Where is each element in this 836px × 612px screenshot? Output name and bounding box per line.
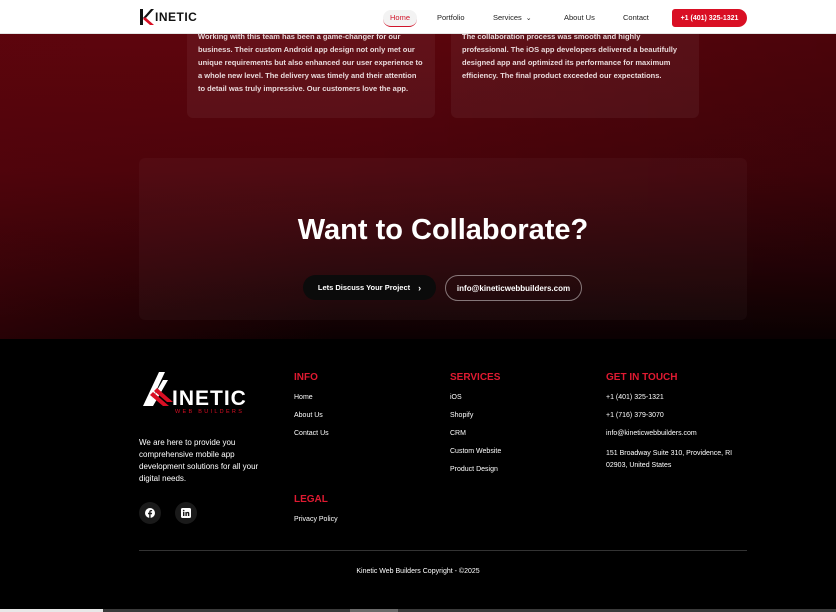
nav-contact[interactable]: Contact [623, 10, 649, 26]
footer-divider [139, 550, 747, 551]
footer-info-heading: INFO [294, 372, 318, 383]
footer-link-privacy-policy[interactable]: Privacy Policy [294, 516, 338, 523]
footer-logo-subtext: WEB BUILDERS [175, 409, 245, 415]
linkedin-icon [181, 508, 191, 518]
footer-link-ios[interactable]: iOS [450, 394, 462, 401]
linkedin-button[interactable] [175, 502, 197, 524]
hero-section: Working with this team has been a game-c… [0, 32, 836, 339]
site-logo[interactable]: INETIC [140, 8, 197, 26]
footer-link-home[interactable]: Home [294, 394, 313, 401]
footer-logo-text: INETIC [172, 387, 247, 410]
nav-services[interactable]: Services ⌄ [493, 10, 532, 27]
discuss-project-label: Lets Discuss Your Project [317, 283, 411, 292]
testimonial-text: Working with this team has been a game-c… [198, 32, 423, 93]
testimonial-card: Working with this team has been a game-c… [187, 32, 435, 118]
logo-text: INETIC [155, 10, 198, 24]
footer-link-custom-website[interactable]: Custom Website [450, 448, 501, 455]
site-footer: INETIC WEB BUILDERS We are here to provi… [0, 339, 836, 612]
footer-link-shopify[interactable]: Shopify [450, 412, 473, 419]
top-navbar: INETIC Home Portfolio Services ⌄ About Us… [0, 0, 836, 34]
facebook-button[interactable] [139, 502, 161, 524]
nav-portfolio[interactable]: Portfolio [437, 10, 465, 26]
facebook-icon [145, 508, 155, 518]
copyright-text: Kinetic Web Builders Copyright - ©2025 [356, 568, 480, 575]
footer-phone-2[interactable]: +1 (716) 379-3070 [606, 412, 664, 419]
footer-email[interactable]: info@kineticwebbuilders.com [606, 430, 697, 437]
chevron-down-icon: ⌄ [525, 15, 532, 22]
collaborate-panel: Want to Collaborate? Lets Discuss Your P… [139, 158, 747, 320]
logo-k-icon [140, 9, 154, 25]
nav-services-label: Services [493, 13, 522, 22]
footer-address: 151 Broadway Suite 310, Providence, RI 0… [606, 450, 733, 469]
footer-link-crm[interactable]: CRM [450, 430, 466, 437]
footer-link-product-design[interactable]: Product Design [450, 466, 498, 473]
footer-link-about-us[interactable]: About Us [294, 412, 323, 419]
discuss-project-button[interactable]: Lets Discuss Your Project › [303, 275, 436, 300]
testimonial-text: The collaboration process was smooth and… [462, 32, 678, 80]
collaborate-title: Want to Collaborate? [297, 214, 589, 246]
footer-link-contact-us[interactable]: Contact Us [294, 430, 329, 437]
phone-cta-button[interactable]: +1 (401) 325-1321 [672, 9, 747, 27]
email-button[interactable]: info@kineticwebbuilders.com [445, 275, 582, 301]
nav-home[interactable]: Home [383, 10, 418, 27]
footer-phone-1[interactable]: +1 (401) 325-1321 [606, 394, 664, 401]
footer-services-heading: SERVICES [450, 372, 501, 383]
footer-legal-heading: LEGAL [294, 494, 328, 505]
nav-about-us[interactable]: About Us [564, 10, 595, 26]
testimonial-card: The collaboration process was smooth and… [451, 32, 699, 118]
footer-contact-heading: GET IN TOUCH [606, 372, 678, 383]
footer-description: We are here to provide you comprehensive… [139, 438, 259, 483]
chevron-right-icon: › [418, 282, 422, 293]
